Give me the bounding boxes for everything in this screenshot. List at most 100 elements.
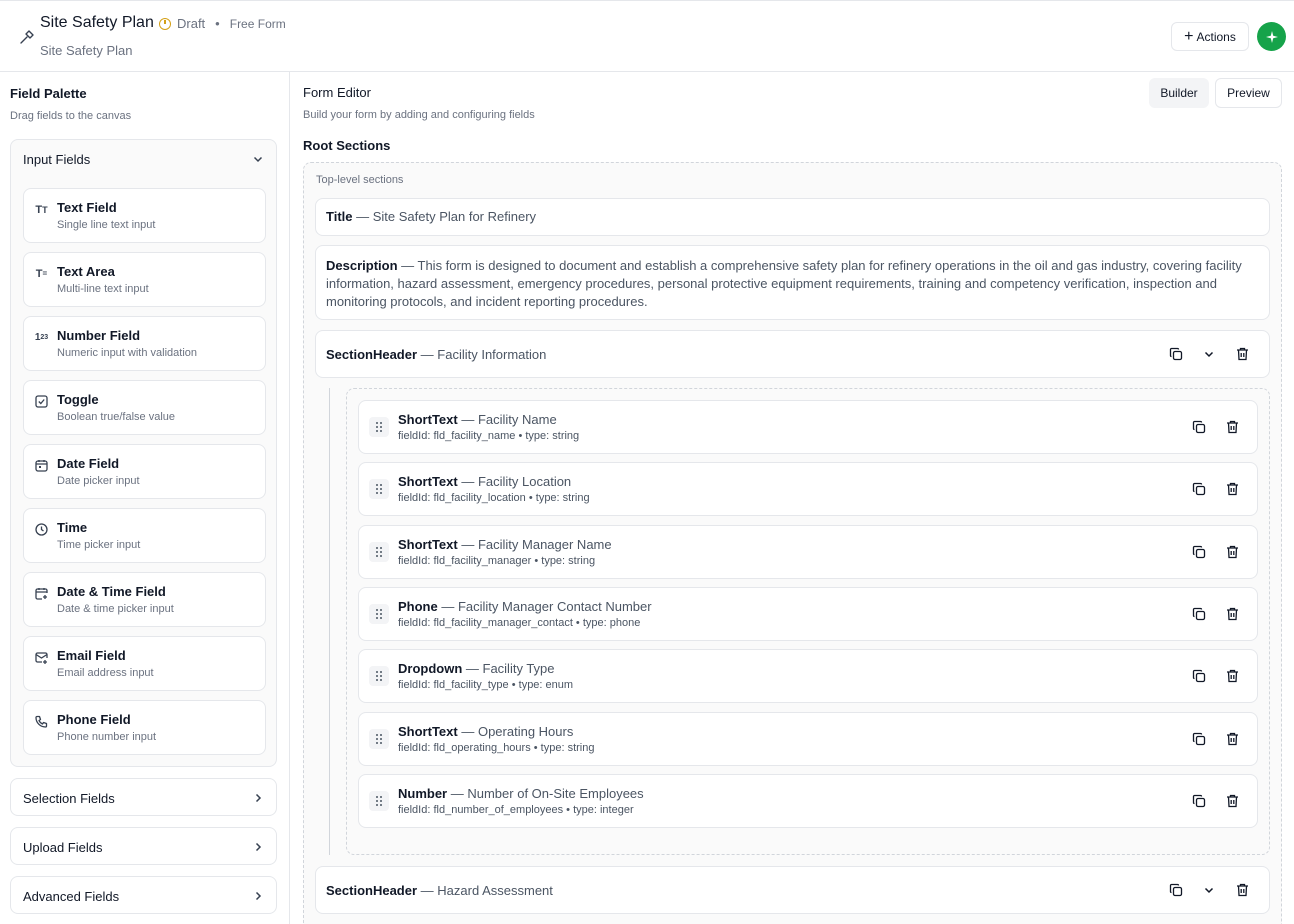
drag-handle-icon[interactable] [369, 603, 389, 624]
palette-item-desc: Time picker input [57, 539, 141, 551]
card-separator: — [397, 258, 418, 273]
palette-item-time[interactable]: Time Time picker input [23, 508, 266, 563]
copy-icon[interactable] [1190, 667, 1208, 685]
palette-item-desc: Email address input [57, 667, 154, 679]
card-separator: — [352, 209, 373, 224]
palette-item-desc: Multi-line text input [57, 283, 149, 295]
copy-icon[interactable] [1190, 605, 1208, 623]
field-meta: fieldId: fld_number_of_employees • type:… [398, 803, 634, 816]
trash-icon[interactable] [1223, 418, 1241, 436]
chevron-down-icon[interactable] [1200, 881, 1218, 899]
field-separator: — [457, 723, 478, 739]
group-header-selection-fields[interactable]: Selection Fields [11, 779, 276, 817]
copy-icon[interactable] [1190, 730, 1208, 748]
editor-subtitle: Build your form by adding and configurin… [303, 109, 535, 121]
preview-tab[interactable]: Preview [1215, 78, 1282, 108]
field-card[interactable]: ShortText — Operating Hours fieldId: fld_… [358, 711, 1258, 766]
group-upload-fields[interactable]: Upload Fields [10, 827, 277, 865]
ai-assistant-button[interactable] [1257, 22, 1286, 51]
top-bar: Site Safety Plan Draft • Free Form Site … [0, 0, 1294, 72]
card-separator: — [417, 882, 438, 898]
group-advanced-fields[interactable]: Advanced Fields [10, 876, 277, 914]
copy-icon[interactable] [1167, 881, 1185, 899]
palette-item-text-area[interactable]: T = Text Area Multi-line text input [23, 252, 266, 307]
palette-item-date-field[interactable]: Date Field Date picker input [23, 444, 266, 499]
drag-handle-icon[interactable] [369, 541, 389, 562]
copy-icon[interactable] [1190, 418, 1208, 436]
status-separator: • [215, 16, 220, 31]
draft-status-icon [159, 17, 171, 30]
group-label: Advanced Fields [23, 888, 120, 904]
palette-item-name: Text Field [57, 200, 117, 215]
palette-item-name: Date Field [57, 456, 120, 471]
field-card[interactable]: Phone — Facility Manager Contact Number f… [358, 586, 1258, 641]
status-badge: Draft • Free Form [159, 16, 286, 31]
title-card[interactable]: Title — Site Safety Plan for Refinery [315, 198, 1270, 236]
field-type: Number [398, 785, 448, 801]
palette-item-name: Email Field [57, 648, 126, 663]
field-card[interactable]: Dropdown — Facility Type fieldId: fld_fac… [358, 649, 1258, 704]
palette-item-text-field[interactable]: TT Text Field Single line text input [23, 188, 266, 243]
field-card[interactable]: ShortText — Facility Location fieldId: fl… [358, 462, 1258, 517]
trash-icon[interactable] [1223, 480, 1241, 498]
field-label: Facility Name [477, 412, 557, 427]
calendar-icon [34, 458, 49, 473]
field-label: Facility Manager Name [477, 536, 612, 552]
card-type: SectionHeader [326, 346, 418, 362]
chevron-right-icon [255, 891, 262, 901]
field-type: ShortText [398, 723, 458, 739]
copy-icon[interactable] [1190, 480, 1208, 498]
builder-tab[interactable]: Builder [1149, 78, 1209, 108]
palette-item-name: Phone Field [57, 712, 131, 727]
card-value: Facility Information [437, 346, 547, 362]
field-type: Phone [398, 598, 438, 614]
trash-icon[interactable] [1223, 792, 1241, 810]
copy-icon[interactable] [1167, 345, 1185, 363]
trash-icon[interactable] [1233, 345, 1251, 363]
chevron-down-icon[interactable] [1200, 345, 1218, 363]
text-area-icon: T = [35, 267, 48, 280]
field-label: Operating Hours [477, 723, 574, 739]
section-card-hazard-assessment[interactable]: SectionHeader — Hazard Assessment [315, 866, 1270, 914]
field-card[interactable]: ShortText — Facility Manager Name fieldId… [358, 524, 1258, 579]
actions-button[interactable]: + Actions [1171, 22, 1249, 51]
description-card[interactable]: Description — This form is designed to d… [315, 245, 1270, 320]
drag-handle-icon[interactable] [369, 479, 389, 500]
trash-icon[interactable] [1223, 667, 1241, 685]
chevron-right-icon [255, 793, 262, 803]
actions-label: Actions [1196, 29, 1236, 44]
field-title: ShortText — Facility Manager Name [398, 537, 612, 552]
trash-icon[interactable] [1223, 543, 1241, 561]
palette-item-email-field[interactable]: Email Field Email address input [23, 636, 266, 691]
field-separator: — [457, 474, 478, 490]
field-meta: fieldId: fld_facility_manager • type: st… [398, 554, 596, 567]
card-value: Site Safety Plan for Refinery [372, 209, 537, 224]
copy-icon[interactable] [1190, 543, 1208, 561]
group-label: Input Fields [23, 151, 91, 167]
group-header-input-fields[interactable]: Input Fields [11, 140, 276, 178]
trash-icon[interactable] [1233, 881, 1251, 899]
section-card-facility-information[interactable]: SectionHeader — Facility Information [315, 330, 1270, 378]
palette-item-number-field[interactable]: 1 23 Number Field Numeric input with vali… [23, 316, 266, 371]
palette-item-phone-field[interactable]: Phone Field Phone number input [23, 700, 266, 755]
trash-icon[interactable] [1223, 605, 1241, 623]
field-card[interactable]: ShortText — Facility Name fieldId: fld_fa… [358, 400, 1258, 454]
palette-item-name: Number Field [57, 328, 141, 343]
group-header-upload-fields[interactable]: Upload Fields [11, 828, 276, 866]
palette-item-name: Text Area [57, 264, 115, 279]
trash-icon[interactable] [1223, 730, 1241, 748]
field-label: Number of On-Site Employees [467, 785, 644, 801]
copy-icon[interactable] [1190, 792, 1208, 810]
drag-handle-icon[interactable] [369, 417, 389, 437]
field-meta: fieldId: fld_operating_hours • type: str… [398, 741, 595, 754]
field-card[interactable]: Number — Number of On-Site Employees fiel… [358, 773, 1258, 828]
field-label: Facility Location [477, 474, 572, 490]
group-header-advanced-fields[interactable]: Advanced Fields [11, 877, 276, 915]
palette-item-desc: Boolean true/false value [57, 411, 176, 423]
drag-handle-icon[interactable] [369, 790, 389, 811]
palette-item-toggle[interactable]: Toggle Boolean true/false value [23, 380, 266, 435]
palette-item-date-time-field[interactable]: Date & Time Field Date & time picker inp… [23, 572, 266, 627]
drag-handle-icon[interactable] [369, 728, 389, 749]
group-selection-fields[interactable]: Selection Fields [10, 778, 277, 816]
drag-handle-icon[interactable] [369, 666, 389, 687]
